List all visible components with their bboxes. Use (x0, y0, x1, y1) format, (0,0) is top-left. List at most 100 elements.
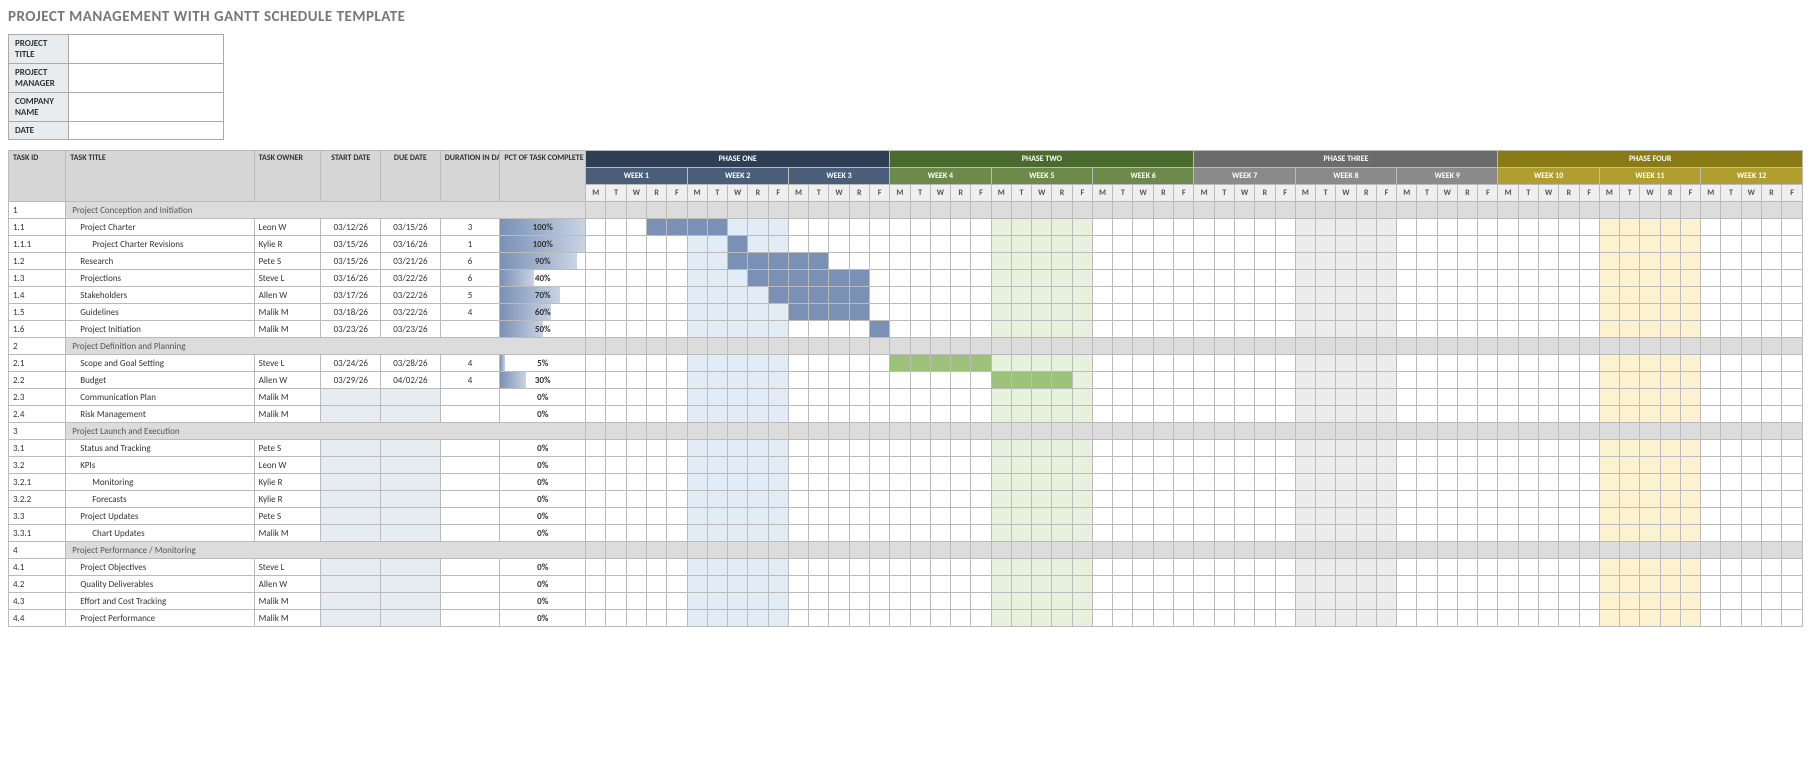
task-title[interactable]: Project Charter (66, 219, 254, 236)
pct-complete[interactable]: 40% (500, 270, 586, 287)
pct-complete[interactable]: 0% (500, 389, 586, 406)
gantt-cell[interactable] (1072, 525, 1092, 542)
gantt-cell[interactable] (606, 372, 626, 389)
gantt-cell[interactable] (1092, 440, 1112, 457)
gantt-cell[interactable] (1640, 372, 1660, 389)
gantt-cell[interactable] (1417, 253, 1437, 270)
gantt-cell[interactable] (1579, 474, 1599, 491)
meta-input[interactable] (69, 35, 224, 64)
gantt-cell[interactable] (971, 559, 991, 576)
task-title[interactable]: Scope and Goal Setting (66, 355, 254, 372)
gantt-cell[interactable] (809, 355, 829, 372)
gantt-cell[interactable] (707, 525, 727, 542)
gantt-cell[interactable] (910, 287, 930, 304)
task-title[interactable]: Communication Plan (66, 389, 254, 406)
gantt-cell[interactable] (1680, 576, 1700, 593)
gantt-cell[interactable] (707, 508, 727, 525)
gantt-cell[interactable] (586, 440, 606, 457)
gantt-cell[interactable] (1153, 389, 1173, 406)
gantt-cell[interactable] (646, 576, 666, 593)
start-date[interactable] (321, 593, 381, 610)
gantt-cell[interactable] (1559, 287, 1579, 304)
gantt-cell[interactable] (1579, 525, 1599, 542)
gantt-cell[interactable] (1620, 440, 1640, 457)
gantt-cell[interactable] (1741, 406, 1761, 423)
gantt-cell[interactable] (1011, 236, 1031, 253)
gantt-cell[interactable] (728, 372, 748, 389)
gantt-cell[interactable] (1376, 406, 1396, 423)
gantt-cell[interactable] (1316, 372, 1336, 389)
gantt-cell[interactable] (1173, 508, 1193, 525)
duration[interactable]: 1 (440, 236, 500, 253)
gantt-cell[interactable] (606, 474, 626, 491)
duration[interactable]: 6 (440, 253, 500, 270)
start-date[interactable]: 03/18/26 (321, 304, 381, 321)
gantt-cell[interactable] (1011, 287, 1031, 304)
gantt-cell[interactable] (829, 610, 849, 627)
gantt-cell[interactable] (1255, 457, 1275, 474)
gantt-cell[interactable] (829, 236, 849, 253)
gantt-cell[interactable] (788, 559, 808, 576)
gantt-cell[interactable] (1518, 236, 1538, 253)
gantt-cell[interactable] (1356, 559, 1376, 576)
gantt-cell[interactable] (849, 406, 869, 423)
gantt-cell[interactable] (1640, 440, 1660, 457)
gantt-cell[interactable] (1437, 525, 1457, 542)
gantt-cell[interactable] (1782, 508, 1803, 525)
gantt-cell[interactable] (1214, 406, 1234, 423)
gantt-cell[interactable] (586, 270, 606, 287)
task-owner[interactable]: Steve L (254, 270, 321, 287)
gantt-cell[interactable] (1092, 576, 1112, 593)
gantt-cell[interactable] (1173, 304, 1193, 321)
gantt-cell[interactable] (1336, 593, 1356, 610)
gantt-cell[interactable] (930, 610, 950, 627)
gantt-cell[interactable] (1092, 610, 1112, 627)
gantt-cell[interactable] (1275, 253, 1295, 270)
gantt-cell[interactable] (1113, 304, 1133, 321)
gantt-cell[interactable] (1376, 559, 1396, 576)
gantt-cell[interactable] (951, 508, 971, 525)
gantt-cell[interactable] (1478, 593, 1498, 610)
gantt-cell[interactable] (606, 253, 626, 270)
gantt-cell[interactable] (1478, 287, 1498, 304)
gantt-cell[interactable] (910, 270, 930, 287)
gantt-cell[interactable] (829, 287, 849, 304)
gantt-cell[interactable] (1437, 508, 1457, 525)
gantt-cell[interactable] (646, 610, 666, 627)
gantt-cell[interactable] (626, 389, 646, 406)
gantt-cell[interactable] (1498, 508, 1518, 525)
gantt-cell[interactable] (991, 559, 1011, 576)
gantt-cell[interactable] (1579, 593, 1599, 610)
gantt-cell[interactable] (930, 593, 950, 610)
gantt-cell[interactable] (1397, 355, 1417, 372)
gantt-cell[interactable] (1133, 270, 1153, 287)
gantt-cell[interactable] (1255, 593, 1275, 610)
gantt-cell[interactable] (1518, 508, 1538, 525)
gantt-cell[interactable] (1173, 457, 1193, 474)
task-title[interactable]: Project Initiation (66, 321, 254, 338)
gantt-cell[interactable] (728, 389, 748, 406)
gantt-cell[interactable] (1153, 236, 1173, 253)
gantt-cell[interactable] (1214, 576, 1234, 593)
gantt-cell[interactable] (849, 304, 869, 321)
gantt-cell[interactable] (1214, 253, 1234, 270)
gantt-cell[interactable] (1052, 457, 1072, 474)
gantt-cell[interactable] (1316, 559, 1336, 576)
gantt-cell[interactable] (890, 389, 910, 406)
gantt-cell[interactable] (667, 457, 687, 474)
gantt-cell[interactable] (1437, 304, 1457, 321)
gantt-cell[interactable] (728, 355, 748, 372)
gantt-cell[interactable] (1498, 219, 1518, 236)
gantt-cell[interactable] (1133, 525, 1153, 542)
gantt-cell[interactable] (1782, 440, 1803, 457)
gantt-cell[interactable] (849, 525, 869, 542)
gantt-cell[interactable] (1397, 559, 1417, 576)
gantt-cell[interactable] (707, 559, 727, 576)
gantt-cell[interactable] (606, 508, 626, 525)
gantt-cell[interactable] (1011, 219, 1031, 236)
gantt-cell[interactable] (687, 287, 707, 304)
duration[interactable]: 6 (440, 270, 500, 287)
gantt-cell[interactable] (606, 355, 626, 372)
gantt-cell[interactable] (991, 508, 1011, 525)
gantt-cell[interactable] (788, 440, 808, 457)
